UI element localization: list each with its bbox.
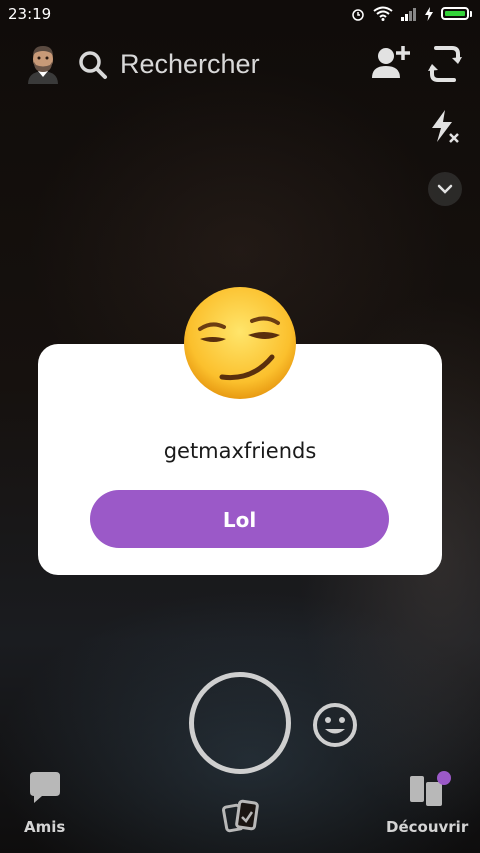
flip-camera-icon[interactable] <box>428 44 462 84</box>
battery-icon <box>441 7 469 20</box>
chat-icon[interactable] <box>30 770 60 804</box>
status-bar: 23:19 <box>0 0 480 28</box>
lens-smiley-icon[interactable] <box>312 702 358 748</box>
discover-icon[interactable] <box>408 770 454 808</box>
avatar[interactable] <box>24 44 62 84</box>
search-icon[interactable] <box>78 50 108 80</box>
chevron-glyph <box>437 184 453 194</box>
lol-button[interactable]: Lol <box>90 490 389 548</box>
battery-tip <box>470 10 472 17</box>
chevron-down-icon[interactable] <box>428 172 462 206</box>
status-time: 23:19 <box>8 5 52 23</box>
discover-badge <box>437 771 451 785</box>
flash-off-icon[interactable] <box>430 110 460 146</box>
search-label[interactable]: Rechercher <box>120 49 260 80</box>
dialog-title: getmaxfriends <box>163 439 317 463</box>
signal-icon <box>401 7 416 21</box>
discover-label[interactable]: Découvrir <box>386 818 468 836</box>
charging-icon <box>425 6 433 21</box>
add-friend-icon[interactable] <box>372 44 410 80</box>
wifi-icon <box>373 6 393 21</box>
amis-label[interactable]: Amis <box>24 818 65 836</box>
memories-icon[interactable] <box>222 798 260 836</box>
alarm-icon <box>352 8 364 21</box>
status-icons <box>351 6 472 21</box>
capture-button[interactable] <box>189 672 291 774</box>
smirking-face-emoji <box>184 287 296 399</box>
